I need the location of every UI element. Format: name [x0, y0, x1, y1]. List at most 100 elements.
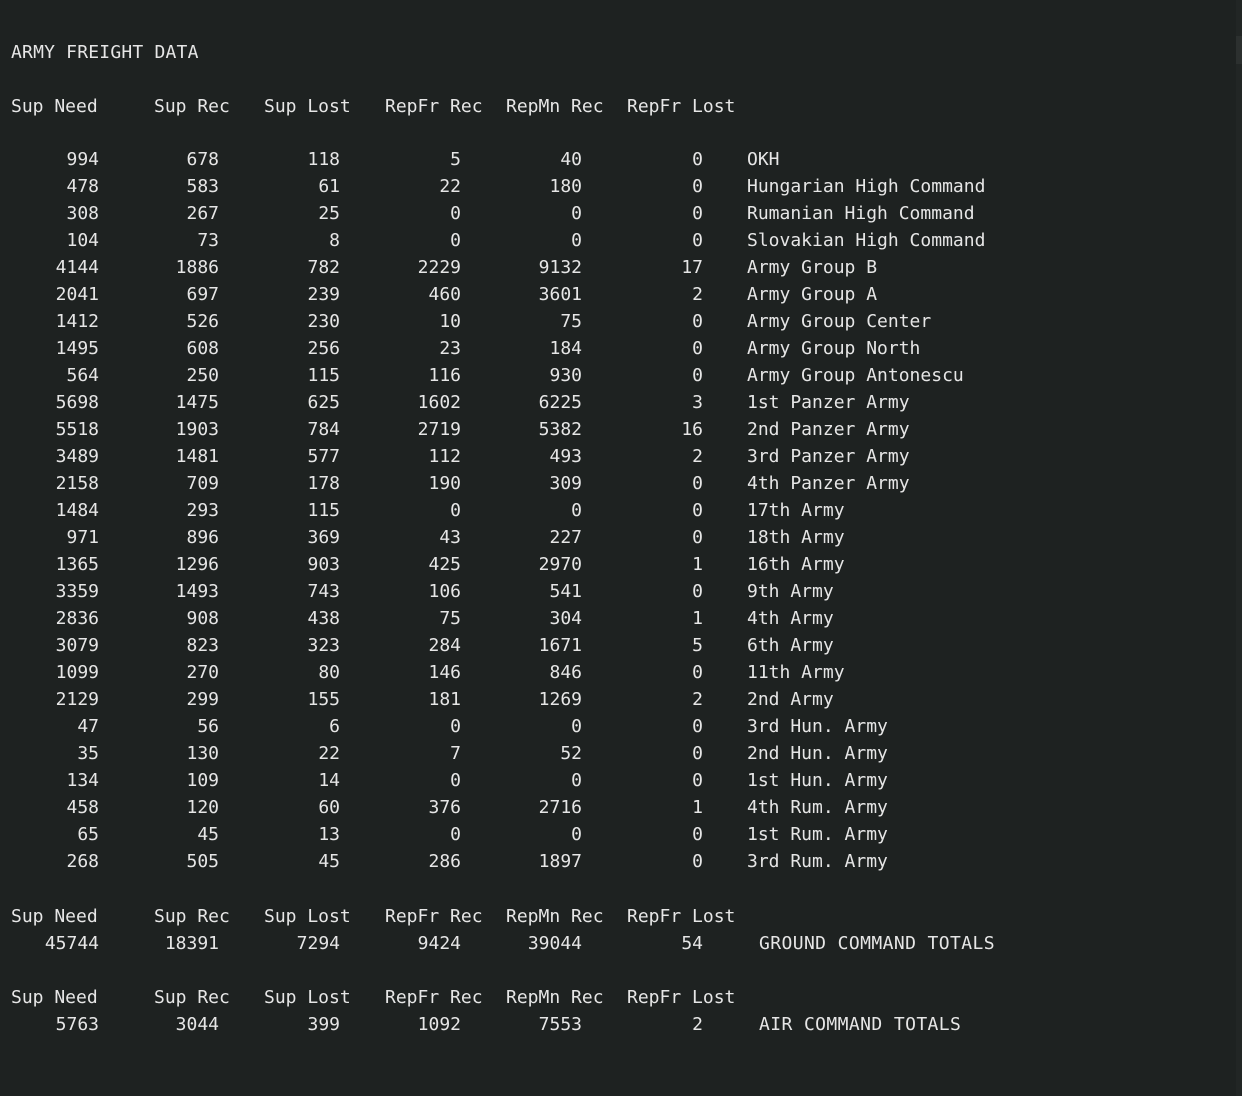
- cell-sup-lost: 625: [307, 392, 340, 413]
- cell-repmn-rec: 0: [571, 500, 582, 521]
- cell-sup-lost: 256: [307, 338, 340, 359]
- cell-repfr-rec: 0: [450, 770, 461, 791]
- cell-repmn-rec: 1671: [538, 635, 582, 656]
- cell-sup-lost: 14: [318, 770, 340, 791]
- cell-repmn-rec: 5382: [538, 419, 582, 440]
- table-row: 5518 1903 784 2719 5382 16 2nd Panzer Army: [0, 419, 1236, 446]
- table-row: 5698 1475 625 1602 6225 3 1st Panzer Army: [0, 392, 1236, 419]
- cell-repfr-rec: 0: [450, 716, 461, 737]
- cell-repmn-rec: 930: [549, 365, 582, 386]
- cell-repfr-rec: 181: [428, 689, 461, 710]
- cell-sup-rec: 73: [197, 230, 219, 251]
- cell-sup-need: 1365: [55, 554, 99, 575]
- cell-repmn-rec: 6225: [538, 392, 582, 413]
- ground-sup-rec: 18391: [164, 933, 219, 954]
- cell-command-name: 4th Panzer Army: [747, 473, 910, 494]
- cell-repfr-rec: 22: [439, 176, 461, 197]
- table-row: 4144 1886 782 2229 9132 17 Army Group B: [0, 257, 1236, 284]
- cell-sup-lost: 323: [307, 635, 340, 656]
- cell-repmn-rec: 52: [560, 743, 582, 764]
- cell-command-name: Army Group B: [747, 257, 878, 278]
- cell-sup-lost: 8: [329, 230, 340, 251]
- ground-totals-label: GROUND COMMAND TOTALS: [759, 933, 995, 954]
- table-row: 2041 697 239 460 3601 2 Army Group A: [0, 284, 1236, 311]
- cell-sup-rec: 678: [186, 149, 219, 170]
- air-repmn-rec: 7553: [538, 1014, 582, 1035]
- cell-repmn-rec: 0: [571, 203, 582, 224]
- cell-sup-need: 3489: [55, 446, 99, 467]
- cell-command-name: 4th Army: [747, 608, 834, 629]
- cell-command-name: 11th Army: [747, 662, 845, 683]
- cell-sup-rec: 896: [186, 527, 219, 548]
- cell-repmn-rec: 1269: [538, 689, 582, 710]
- cell-repfr-rec: 75: [439, 608, 461, 629]
- cell-sup-need: 35: [77, 743, 99, 764]
- cell-sup-lost: 577: [307, 446, 340, 467]
- cell-sup-lost: 178: [307, 473, 340, 494]
- cell-command-name: 2nd Army: [747, 689, 834, 710]
- cell-command-name: Hungarian High Command: [747, 176, 986, 197]
- air-totals-label: AIR COMMAND TOTALS: [759, 1014, 962, 1035]
- cell-sup-lost: 6: [329, 716, 340, 737]
- cell-command-name: 1st Rum. Army: [747, 824, 888, 845]
- cell-repmn-rec: 0: [571, 716, 582, 737]
- cell-sup-lost: 22: [318, 743, 340, 764]
- cell-repfr-lost: 1: [692, 797, 703, 818]
- header-sup-rec: Sup Rec: [154, 906, 230, 927]
- cell-repfr-lost: 0: [692, 176, 703, 197]
- cell-sup-need: 1412: [55, 311, 99, 332]
- cell-command-name: 1st Hun. Army: [747, 770, 888, 791]
- cell-repfr-lost: 0: [692, 338, 703, 359]
- cell-sup-lost: 61: [318, 176, 340, 197]
- cell-command-name: 17th Army: [747, 500, 845, 521]
- cell-sup-lost: 115: [307, 500, 340, 521]
- cell-sup-rec: 45: [197, 824, 219, 845]
- cell-repfr-rec: 10: [439, 311, 461, 332]
- ground-repfr-rec: 9424: [417, 933, 461, 954]
- cell-sup-rec: 267: [186, 203, 219, 224]
- header-sup-rec: Sup Rec: [154, 96, 230, 117]
- cell-sup-need: 1495: [55, 338, 99, 359]
- cell-repfr-rec: 0: [450, 203, 461, 224]
- air-sup-lost: 399: [307, 1014, 340, 1035]
- cell-command-name: Army Group A: [747, 284, 878, 305]
- ground-repmn-rec: 39044: [527, 933, 582, 954]
- cell-command-name: Army Group North: [747, 338, 921, 359]
- cell-sup-need: 65: [77, 824, 99, 845]
- cell-sup-need: 268: [66, 851, 99, 872]
- table-row: 65 45 13 0 0 0 1st Rum. Army: [0, 824, 1236, 851]
- vertical-scrollbar[interactable]: [1236, 0, 1242, 1096]
- cell-sup-lost: 784: [307, 419, 340, 440]
- header-repfr-rec: RepFr Rec: [385, 906, 483, 927]
- cell-repfr-rec: 2229: [417, 257, 461, 278]
- report-title: ARMY FREIGHT DATA: [11, 42, 199, 63]
- cell-sup-need: 4144: [55, 257, 99, 278]
- air-repfr-rec: 1092: [417, 1014, 461, 1035]
- table-row: 134 109 14 0 0 0 1st Hun. Army: [0, 770, 1236, 797]
- cell-sup-rec: 1886: [175, 257, 219, 278]
- cell-sup-rec: 526: [186, 311, 219, 332]
- cell-sup-need: 3359: [55, 581, 99, 602]
- cell-sup-lost: 25: [318, 203, 340, 224]
- cell-command-name: 2nd Hun. Army: [747, 743, 888, 764]
- cell-repfr-rec: 0: [450, 500, 461, 521]
- cell-command-name: Slovakian High Command: [747, 230, 986, 251]
- scrollbar-thumb[interactable]: [1236, 36, 1242, 64]
- cell-sup-need: 47: [77, 716, 99, 737]
- cell-sup-lost: 118: [307, 149, 340, 170]
- cell-sup-rec: 697: [186, 284, 219, 305]
- cell-repfr-rec: 5: [450, 149, 461, 170]
- cell-command-name: 1st Panzer Army: [747, 392, 910, 413]
- cell-sup-need: 104: [66, 230, 99, 251]
- header-sup-lost: Sup Lost: [264, 906, 351, 927]
- cell-sup-need: 478: [66, 176, 99, 197]
- cell-repmn-rec: 75: [560, 311, 582, 332]
- cell-sup-lost: 438: [307, 608, 340, 629]
- table-row: 104 73 8 0 0 0 Slovakian High Command: [0, 230, 1236, 257]
- cell-repfr-rec: 284: [428, 635, 461, 656]
- cell-sup-rec: 823: [186, 635, 219, 656]
- cell-sup-need: 458: [66, 797, 99, 818]
- cell-repfr-lost: 0: [692, 311, 703, 332]
- cell-sup-lost: 743: [307, 581, 340, 602]
- cell-repfr-lost: 0: [692, 527, 703, 548]
